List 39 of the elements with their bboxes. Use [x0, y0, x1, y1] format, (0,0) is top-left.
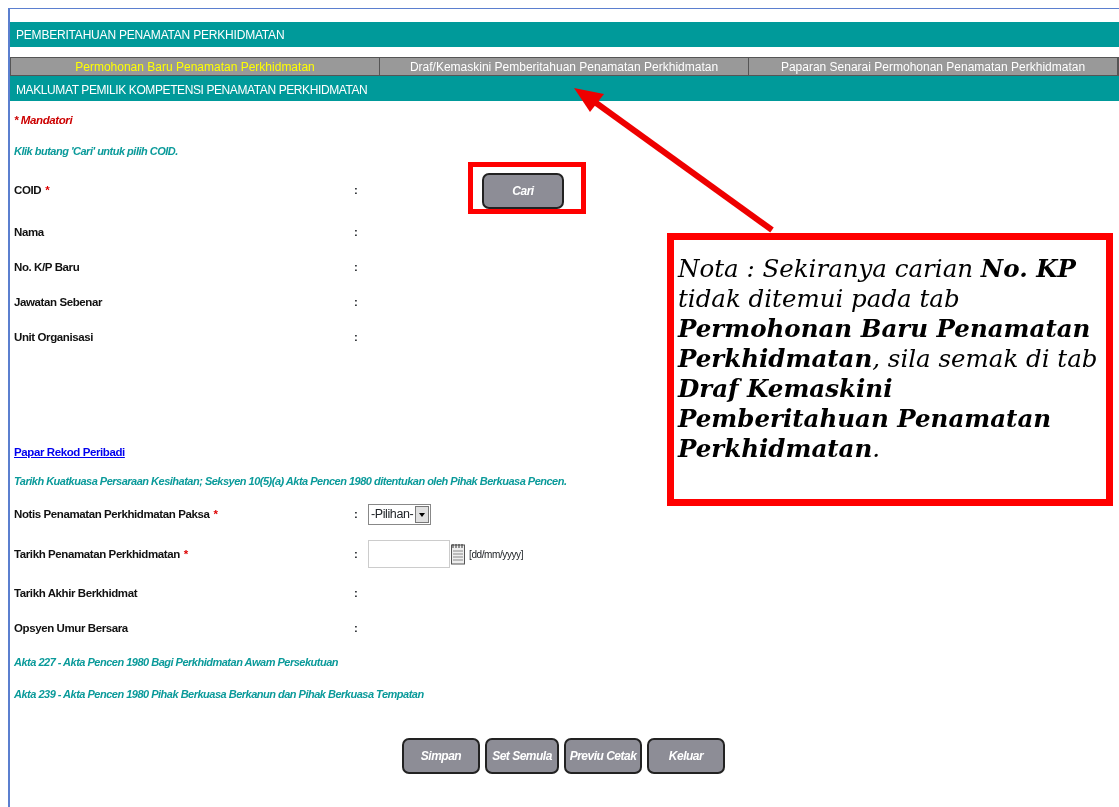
colon: : [354, 329, 359, 345]
header-title: PEMBERITAHUAN PENAMATAN PERKHIDMATAN [10, 22, 1119, 47]
field-label: Opsyen Umur Bersara [14, 622, 128, 635]
hint-text: Akta 239 - Akta Pencen 1980 Pihak Berkuasa Berkanun dan Pihak Berkuasa Tempatan [14, 687, 425, 702]
field-label: Tarikh Akhir Berkhidmat [14, 587, 138, 600]
colon: : [354, 259, 359, 275]
required-mark: * [45, 184, 50, 197]
date-input[interactable] [368, 540, 450, 569]
hint-text: Klik butang 'Cari' untuk pilih COID. [14, 143, 179, 159]
field-label: Jawatan Sebenar [14, 295, 102, 308]
field-label: COID [14, 184, 42, 197]
action-button[interactable]: Previu Cetak [564, 738, 642, 775]
section-title: MAKLUMAT PEMILIK KOMPETENSI PENAMATAN PERKHIDMATAN [10, 76, 1119, 101]
callout-text: Nota : Sekiranya carian No. KP tidak ditemui pada tab Permohonan Baru Penamatan Perkhidmatan, sila semak di tab Draf Kemaskini Pemberitahuan Penamatan Perkhidmatan. [678, 254, 1099, 464]
required-mark: * [183, 547, 188, 560]
field-label: No. K/P Baru [14, 260, 80, 273]
colon: : [354, 546, 359, 562]
colon: : [354, 621, 359, 637]
colon: : [354, 586, 359, 602]
required-mark: * [213, 508, 218, 521]
action-button[interactable]: Set Semula [485, 738, 559, 775]
hint-text: Tarikh Kuatkuasa Persaraan Kesihatan; Seksyen 10(5)(a) Akta Pencen 1980 ditentukan oleh Pihak Berkuasa Pencen. [14, 474, 568, 489]
date-format-hint: [dd/mm/yyyy] [469, 547, 524, 562]
action-button[interactable]: Keluar [647, 738, 725, 775]
action-button[interactable]: Simpan [402, 738, 480, 775]
mandatory-note: * Mandatori [14, 113, 74, 129]
search-button[interactable]: Cari [482, 173, 564, 209]
colon: : [354, 183, 359, 199]
hint-text: Akta 227 - Akta Pencen 1980 Bagi Perkhidmatan Awam Persekutuan [14, 655, 339, 670]
colon: : [354, 224, 359, 240]
calendar-icon[interactable] [451, 543, 465, 566]
field-label: Notis Penamatan Perkhidmatan Paksa [14, 508, 210, 521]
field-label: Unit Organisasi [14, 330, 93, 343]
field-label: Tarikh Penamatan Perkhidmatan [14, 547, 180, 560]
colon: : [354, 507, 359, 523]
field-label: Nama [14, 225, 44, 238]
personal-record-link[interactable]: Papar Rekod Peribadi [14, 440, 125, 466]
colon: : [354, 294, 359, 310]
select-dropdown[interactable]: -Pilihan- [368, 504, 432, 526]
